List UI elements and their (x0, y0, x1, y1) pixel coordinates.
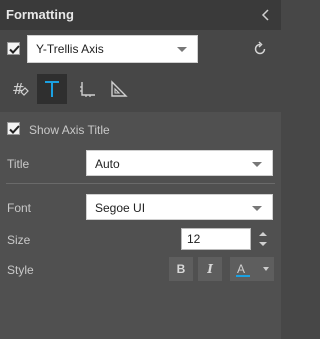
tab-axis[interactable] (72, 74, 102, 104)
panel-title: Formatting (6, 7, 74, 22)
axis-dropdown-value: Y-Trellis Axis (36, 42, 104, 56)
show-axis-title-label: Show Axis Title (29, 123, 110, 137)
font-dropdown[interactable]: Segoe UI (86, 194, 273, 220)
tab-text[interactable] (37, 74, 67, 104)
svg-text:#: # (12, 80, 25, 98)
italic-button[interactable]: I (198, 257, 222, 281)
format-tabs: # (0, 74, 281, 104)
format-icon: # (12, 80, 29, 98)
title-label: Title (7, 157, 30, 171)
checkmark-icon (9, 45, 20, 54)
title-dropdown-value: Auto (95, 157, 120, 171)
axis-dropdown[interactable]: Y-Trellis Axis (27, 35, 198, 63)
color-swatch (236, 275, 250, 277)
show-axis-title-checkbox[interactable] (7, 122, 20, 135)
checkmark-icon (9, 125, 20, 134)
reset-icon (254, 41, 266, 55)
panel-header: Formatting (0, 0, 281, 30)
tab-scale[interactable] (104, 74, 134, 104)
axis-icon (80, 82, 95, 97)
text-settings-panel (0, 112, 281, 339)
divider (6, 183, 275, 184)
chevron-down-icon (263, 267, 269, 271)
tab-general[interactable]: # (5, 74, 35, 104)
font-color-button[interactable]: A (230, 257, 274, 281)
bold-button[interactable]: B (169, 257, 193, 281)
style-label: Style (7, 263, 34, 277)
title-dropdown[interactable]: Auto (86, 150, 273, 176)
text-icon (45, 81, 59, 97)
collapse-button[interactable] (258, 6, 274, 24)
triangle-ruler-icon (111, 80, 128, 97)
font-size-input[interactable]: 12 (181, 228, 251, 250)
font-dropdown-value: Segoe UI (95, 201, 146, 215)
chevron-down-icon (252, 162, 262, 167)
axis-enabled-checkbox[interactable] (7, 42, 20, 55)
chevron-down-icon (177, 47, 187, 52)
chevron-down-icon (252, 206, 262, 211)
reset-button[interactable] (252, 41, 268, 57)
font-label: Font (7, 201, 32, 215)
font-size-stepper[interactable] (257, 228, 269, 250)
size-label: Size (7, 233, 31, 247)
chevron-left-icon (261, 9, 269, 21)
stepper-arrows-icon (259, 232, 267, 246)
font-color-letter: A (237, 262, 246, 276)
